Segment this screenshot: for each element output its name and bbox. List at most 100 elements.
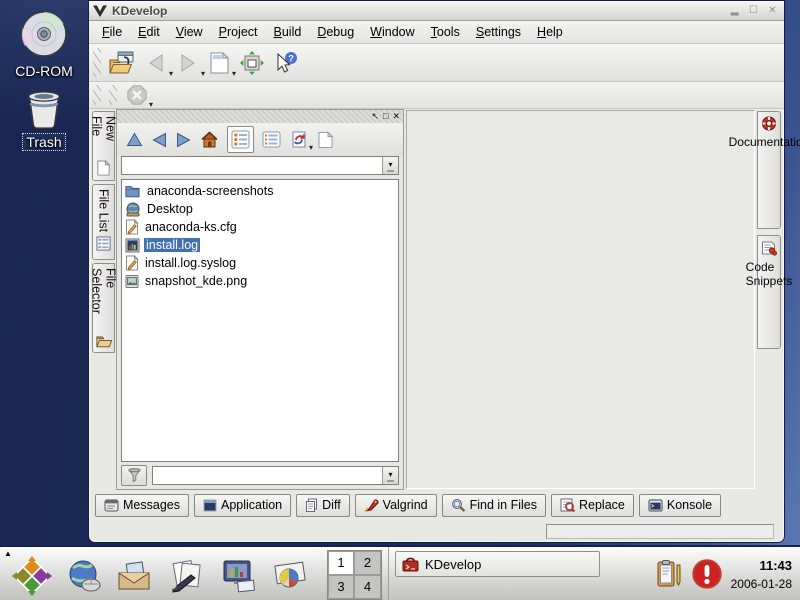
file-row-selected[interactable]: install.log	[123, 236, 397, 254]
tab-documentation[interactable]: Documentation	[757, 111, 781, 229]
file-list[interactable]: anaconda-screenshots Desktop anaconda-ks…	[121, 179, 399, 462]
kdevelop-task-icon	[402, 557, 419, 572]
writer-launcher[interactable]	[167, 559, 207, 593]
short-view-button[interactable]	[227, 126, 254, 153]
filter-combo-arrow[interactable]: ▾	[382, 467, 398, 484]
path-combobox[interactable]: ▾	[121, 156, 399, 175]
menu-settings[interactable]: Settings	[469, 22, 528, 42]
kdevelop-logo-icon	[93, 5, 107, 17]
messages-button[interactable]: Messages	[95, 494, 189, 517]
dock-titlebar[interactable]: ↖ □ ✕	[117, 110, 403, 123]
pager-desktop-2[interactable]: 2	[354, 551, 381, 575]
home-button[interactable]	[199, 130, 220, 149]
up-button[interactable]	[125, 131, 144, 148]
file-row[interactable]: anaconda-screenshots	[123, 182, 397, 200]
application-button[interactable]: Application	[194, 494, 291, 517]
toolbar-handle-2[interactable]	[93, 85, 101, 105]
dock-close-icon[interactable]: ✕	[392, 112, 400, 121]
file-row[interactable]: install.log.syslog	[123, 254, 397, 272]
konsole-icon	[648, 499, 663, 512]
close-button[interactable]: ✕	[765, 4, 780, 18]
pager-desktop-4[interactable]: 4	[354, 575, 381, 599]
desktop-icon-cdrom[interactable]: CD-ROM	[6, 8, 82, 79]
main-area: New File File List File Selector	[89, 109, 784, 490]
path-combo-arrow[interactable]: ▾	[382, 157, 398, 174]
toolbar-handle[interactable]	[93, 48, 101, 77]
valgrind-icon	[364, 498, 379, 512]
menu-project[interactable]: Project	[212, 22, 265, 42]
back-dropdown-arrow[interactable]: ▾	[169, 69, 173, 78]
path-input[interactable]	[122, 157, 382, 174]
forward-dropdown-arrow[interactable]: ▾	[201, 69, 205, 78]
editor-area[interactable]	[406, 110, 755, 489]
file-row[interactable]: anaconda-ks.cfg	[123, 218, 397, 236]
menu-view[interactable]: View	[169, 22, 210, 42]
menu-window[interactable]: Window	[363, 22, 421, 42]
messages-label: Messages	[123, 498, 180, 512]
file-row[interactable]: snapshot_kde.png	[123, 272, 397, 290]
filter-input[interactable]	[153, 467, 382, 484]
open-project-button[interactable]	[107, 49, 137, 77]
klipper-icon[interactable]	[656, 559, 682, 589]
desktop-icon-trash[interactable]: Trash	[6, 86, 82, 151]
tab-file-selector[interactable]: File Selector	[92, 263, 115, 353]
menu-help[interactable]: Help	[530, 22, 570, 42]
svg-text:?: ?	[288, 53, 294, 64]
main-toolbar: ▾ ▾ ▾	[89, 44, 784, 82]
toolbar-handle-3[interactable]	[109, 85, 117, 105]
stop-button[interactable]: ▾	[125, 83, 149, 107]
web-browser-launcher[interactable]	[65, 558, 103, 594]
panel-clock[interactable]: 11:43 2006-01-28	[731, 554, 800, 594]
fs-new-file-button[interactable]	[316, 130, 335, 150]
new-file-button[interactable]: ▾	[207, 50, 232, 76]
detailed-view-button[interactable]	[261, 130, 282, 149]
minimize-button[interactable]: ▂	[727, 4, 742, 18]
tab-file-list[interactable]: File List	[92, 184, 115, 260]
whats-this-button[interactable]: ?	[272, 50, 300, 76]
titlebar[interactable]: KDevelop ▂ ☐ ✕	[89, 1, 784, 21]
menu-edit[interactable]: Edit	[131, 22, 167, 42]
calc-launcher[interactable]	[271, 560, 309, 592]
menu-build[interactable]: Build	[267, 22, 309, 42]
email-launcher[interactable]	[116, 559, 154, 593]
stop-dropdown-arrow[interactable]: ▾	[149, 100, 153, 109]
menu-file[interactable]: File	[95, 22, 129, 42]
fs-back-button[interactable]	[151, 131, 168, 149]
menu-tools[interactable]: Tools	[424, 22, 467, 42]
folder-icon	[125, 184, 141, 198]
panel-hide-arrow[interactable]: ▲	[4, 549, 12, 558]
konsole-button[interactable]: Konsole	[639, 494, 721, 517]
diff-button[interactable]: Diff	[296, 494, 350, 517]
filter-button[interactable]	[121, 465, 147, 486]
replace-button[interactable]: Replace	[551, 494, 634, 517]
forward-button[interactable]: ▾	[175, 50, 201, 76]
diff-icon	[305, 498, 318, 512]
tab-new-file[interactable]: New File	[92, 111, 115, 181]
dock-float-icon[interactable]: ↖	[371, 112, 379, 121]
tab-code-snippets[interactable]: Code Snippets	[757, 235, 781, 349]
konsole-label: Konsole	[667, 498, 712, 512]
back-button[interactable]: ▾	[143, 50, 169, 76]
pager-desktop-3[interactable]: 3	[328, 575, 354, 599]
kdevelop-task-label: KDevelop	[425, 557, 481, 572]
kmenu-button[interactable]	[12, 556, 52, 596]
cdrom-label: CD-ROM	[12, 63, 76, 79]
valgrind-button[interactable]: Valgrind	[355, 494, 437, 517]
pager-desktop-1[interactable]: 1	[328, 551, 354, 575]
menu-debug[interactable]: Debug	[310, 22, 361, 42]
dock-maximize-icon[interactable]: □	[383, 112, 388, 121]
filter-combobox[interactable]: ▾	[152, 466, 399, 485]
raise-window-button[interactable]	[238, 49, 266, 77]
impress-launcher[interactable]	[220, 559, 258, 593]
alert-notifier-icon[interactable]	[691, 558, 723, 590]
file-row[interactable]: Desktop	[123, 200, 397, 218]
sync-dropdown-arrow[interactable]: ▾	[309, 143, 313, 152]
new-file-dropdown-arrow[interactable]: ▾	[232, 69, 236, 78]
find-in-files-button[interactable]: Find in Files	[442, 494, 546, 517]
tab-documentation-label: Documentation	[729, 135, 800, 149]
kdevelop-task-button[interactable]: KDevelop	[395, 551, 600, 577]
fs-forward-button[interactable]	[175, 131, 192, 149]
sync-button[interactable]: ▾	[289, 129, 309, 150]
system-tray	[648, 558, 731, 590]
maximize-button[interactable]: ☐	[746, 4, 761, 18]
